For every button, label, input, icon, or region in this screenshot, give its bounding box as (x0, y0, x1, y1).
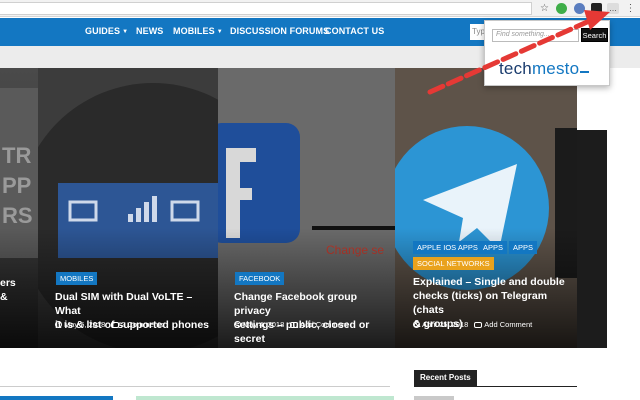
annotation-arrow-icon (427, 10, 610, 95)
